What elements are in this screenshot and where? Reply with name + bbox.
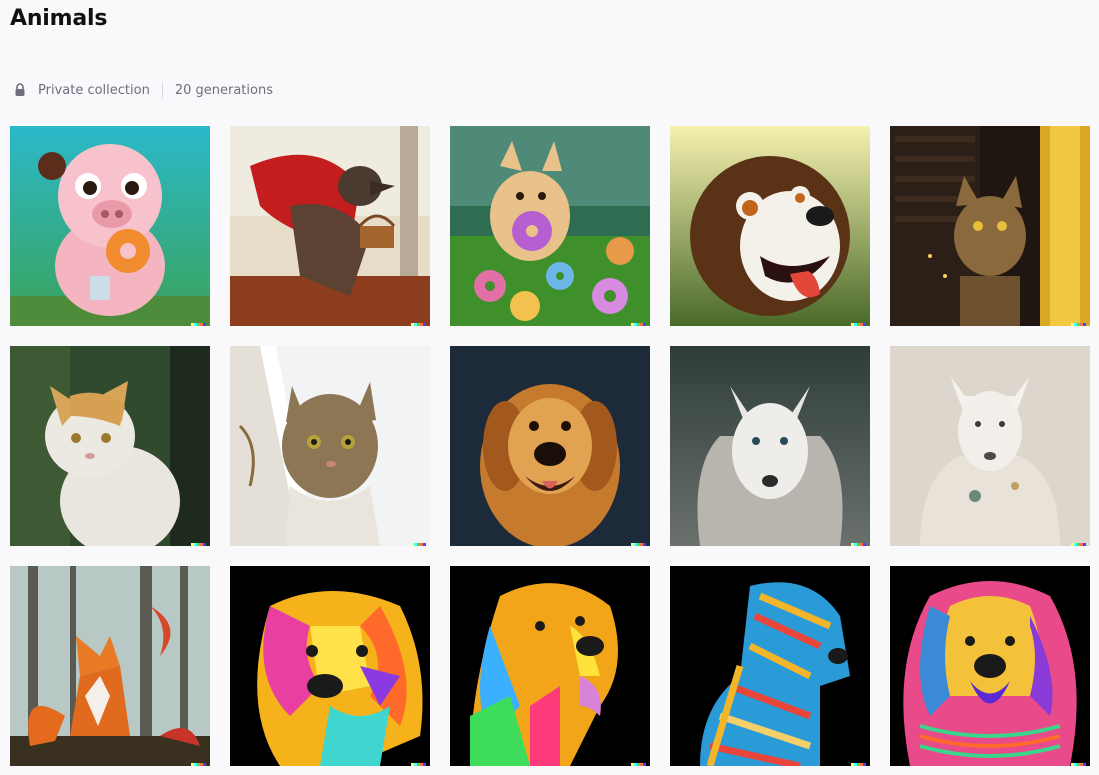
dalle-signature-mark bbox=[191, 763, 206, 766]
lock-icon bbox=[12, 82, 28, 98]
colorful-retriever-1-image bbox=[230, 566, 430, 766]
dalle-signature-mark bbox=[191, 323, 206, 326]
image-tile[interactable] bbox=[670, 346, 870, 546]
privacy-label: Private collection bbox=[38, 82, 150, 98]
white-orange-cat-image bbox=[10, 346, 210, 546]
image-tile[interactable] bbox=[670, 126, 870, 326]
dalle-signature-mark bbox=[1071, 323, 1086, 326]
collection-title: Animals bbox=[10, 6, 108, 31]
dalle-signature-mark bbox=[1071, 543, 1086, 546]
image-tile[interactable] bbox=[450, 566, 650, 766]
image-tile[interactable] bbox=[10, 346, 210, 546]
dalle-signature-mark bbox=[411, 323, 426, 326]
dalle-signature-mark bbox=[631, 763, 646, 766]
wolf-red-cape-image bbox=[230, 126, 430, 326]
white-wolf-robe-image bbox=[890, 346, 1090, 546]
dalle-signature-mark bbox=[851, 543, 866, 546]
dalle-signature-mark bbox=[411, 763, 426, 766]
fox-forest-image bbox=[10, 566, 210, 766]
dalle-signature-mark bbox=[851, 763, 866, 766]
colorful-retriever-3-image bbox=[670, 566, 870, 766]
dalle-signature-mark bbox=[631, 323, 646, 326]
collection-page: Animals Private collection 20 generation… bbox=[0, 0, 1099, 775]
dalle-signature-mark bbox=[1071, 763, 1086, 766]
image-tile[interactable] bbox=[450, 126, 650, 326]
dalle-signature-mark bbox=[631, 543, 646, 546]
image-grid bbox=[10, 126, 1090, 766]
image-tile[interactable] bbox=[890, 566, 1090, 766]
golden-retriever-image bbox=[450, 346, 650, 546]
image-tile[interactable] bbox=[230, 126, 430, 326]
dalle-signature-mark bbox=[191, 543, 206, 546]
colorful-retriever-4-image bbox=[890, 566, 1090, 766]
image-tile[interactable] bbox=[230, 346, 430, 546]
dalle-signature-mark bbox=[411, 543, 426, 546]
meta-divider bbox=[161, 82, 163, 98]
collection-meta: Private collection 20 generations bbox=[12, 82, 273, 98]
fox-donuts-image bbox=[450, 126, 650, 326]
dalle-signature-mark bbox=[851, 323, 866, 326]
pig-with-donuts-image bbox=[10, 126, 210, 326]
image-tile[interactable] bbox=[450, 346, 650, 546]
image-tile[interactable] bbox=[890, 346, 1090, 546]
white-wolf-fur-image bbox=[670, 346, 870, 546]
colorful-retriever-2-image bbox=[450, 566, 650, 766]
cartoon-dog-image bbox=[670, 126, 870, 326]
image-tile[interactable] bbox=[10, 126, 210, 326]
image-tile[interactable] bbox=[670, 566, 870, 766]
image-tile[interactable] bbox=[890, 126, 1090, 326]
tabby-cat-peeking-image bbox=[230, 346, 430, 546]
image-tile[interactable] bbox=[230, 566, 430, 766]
image-tile[interactable] bbox=[10, 566, 210, 766]
generation-count: 20 generations bbox=[174, 82, 273, 98]
cat-window-image bbox=[890, 126, 1090, 326]
